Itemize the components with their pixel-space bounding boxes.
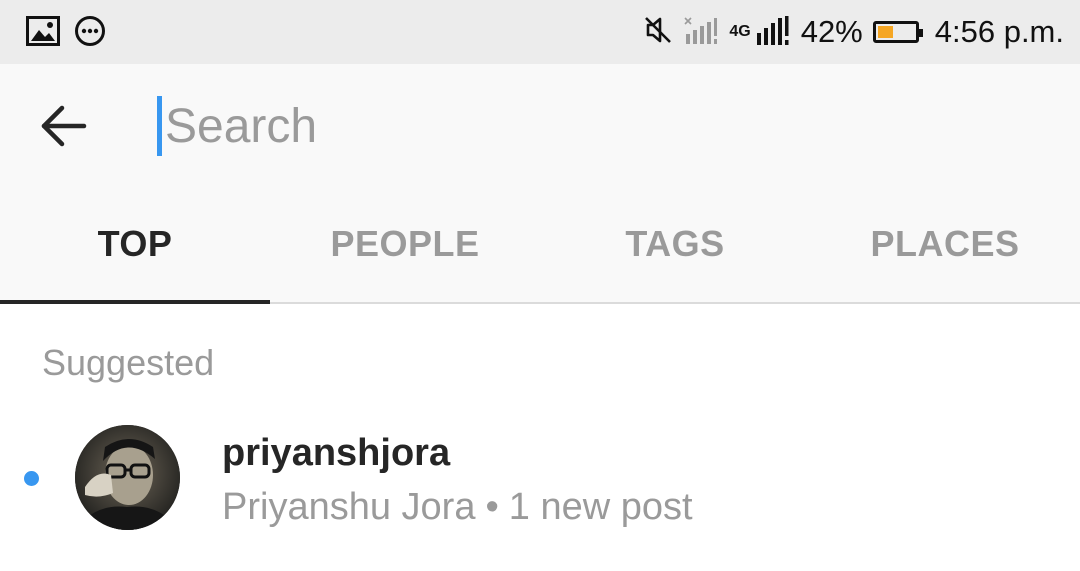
signal-no-sim-icon bbox=[683, 16, 719, 49]
item-subtitle: Priyanshu Jora • 1 new post bbox=[222, 486, 693, 529]
more-circle-icon bbox=[74, 15, 106, 52]
status-bar: 4G 42% 4:56 p.m. bbox=[0, 0, 1080, 64]
username: priyanshjora bbox=[222, 432, 451, 474]
status-bar-right: 4G 42% 4:56 p.m. bbox=[643, 10, 1064, 54]
back-button[interactable] bbox=[36, 99, 90, 153]
image-icon bbox=[26, 16, 60, 51]
separator-dot: • bbox=[485, 486, 499, 528]
tab-top[interactable]: TOP bbox=[0, 184, 270, 304]
tab-people[interactable]: PEOPLE bbox=[270, 184, 540, 304]
unread-dot bbox=[24, 471, 39, 486]
text-caret bbox=[157, 96, 162, 156]
search-tabs: TOP PEOPLE TAGS PLACES bbox=[0, 184, 1080, 304]
active-tab-indicator bbox=[0, 300, 270, 304]
full-name: Priyanshu Jora bbox=[222, 486, 476, 528]
post-count: 1 new post bbox=[508, 486, 693, 528]
mute-icon bbox=[643, 15, 673, 50]
back-arrow-icon bbox=[41, 105, 87, 147]
list-item[interactable]: priyanshjora Priyanshu Jora • 1 new post bbox=[0, 414, 1080, 544]
clock: 4:56 p.m. bbox=[934, 14, 1064, 49]
signal-4g-icon bbox=[755, 15, 791, 50]
battery-icon bbox=[872, 21, 923, 43]
tab-tags[interactable]: TAGS bbox=[540, 184, 810, 304]
network-type-label: 4G bbox=[729, 23, 751, 40]
avatar[interactable] bbox=[75, 425, 180, 530]
section-title-suggested: Suggested bbox=[42, 342, 215, 383]
status-bar-left bbox=[26, 15, 106, 52]
tab-places[interactable]: PLACES bbox=[810, 184, 1080, 304]
search-input[interactable] bbox=[165, 90, 965, 162]
battery-percent: 42% bbox=[800, 14, 863, 49]
